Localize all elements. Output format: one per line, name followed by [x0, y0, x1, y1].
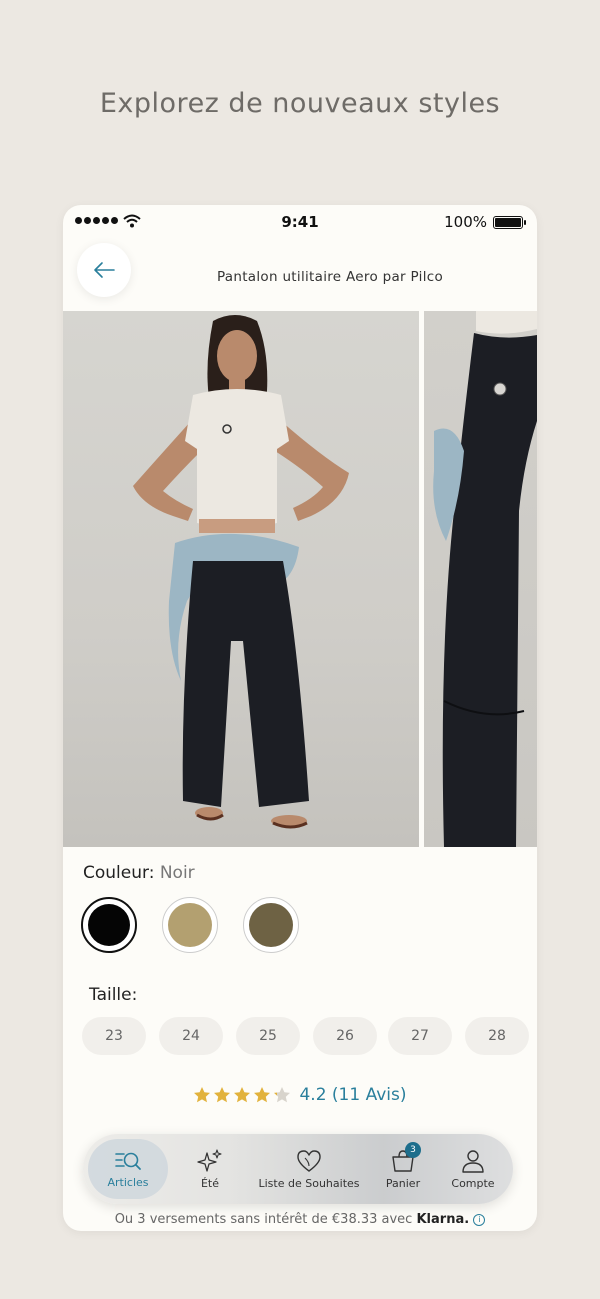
pants-detail-illustration: [433, 311, 537, 847]
tab-label: Liste de Souhaites: [258, 1176, 360, 1190]
tab-wishlist[interactable]: Liste de Souhaites: [258, 1139, 360, 1199]
product-title: Pantalon utilitaire Aero par Pilco: [216, 269, 444, 285]
back-button[interactable]: [77, 243, 131, 297]
headline: Explorez de nouveaux styles: [99, 88, 501, 119]
swatch-beige[interactable]: [162, 897, 218, 953]
tab-label: Compte: [451, 1176, 495, 1190]
search-list-icon: [115, 1152, 141, 1170]
tab-bar: Articles Été Liste de Souhaites 3 Panier: [83, 1134, 513, 1204]
rating-stars: [193, 1086, 291, 1104]
selected-color: Noir: [159, 863, 195, 883]
tab-label: Été: [200, 1176, 220, 1190]
product-photo-detail[interactable]: [424, 311, 537, 847]
battery-percent: 100%: [444, 213, 487, 231]
star-icon: [214, 1087, 231, 1103]
phone-screen: 9:41 100% Pantalon utilitaire Aero par P…: [63, 205, 537, 1231]
star-icon: [254, 1087, 271, 1103]
tab-label: Articles: [107, 1175, 149, 1189]
product-gallery[interactable]: [63, 311, 537, 847]
star-icon: [194, 1087, 211, 1103]
star-icon: [234, 1087, 251, 1103]
tab-compte[interactable]: Compte: [443, 1139, 503, 1199]
info-icon[interactable]: i: [473, 1214, 486, 1226]
color-label: Couleur: Noir: [83, 863, 195, 883]
size-label: Taille:: [89, 985, 138, 1005]
status-bar: 9:41 100%: [63, 205, 537, 239]
installments-text: Ou 3 versements sans intérêt de €38.33 a…: [63, 1212, 537, 1227]
size-option[interactable]: 24: [159, 1017, 223, 1055]
rating[interactable]: 4.2 (11 Avis): [63, 1085, 537, 1105]
size-option[interactable]: 26: [313, 1017, 377, 1055]
heart-icon: [297, 1149, 321, 1172]
model-illustration: [133, 315, 349, 829]
star-icon: [274, 1087, 291, 1103]
tab-panier[interactable]: 3 Panier: [375, 1139, 431, 1199]
person-icon: [462, 1149, 484, 1173]
size-option[interactable]: 28: [465, 1017, 529, 1055]
arrow-left-icon: [94, 262, 115, 278]
size-option[interactable]: 23: [82, 1017, 146, 1055]
tab-ete[interactable]: Été: [180, 1139, 240, 1199]
rating-text[interactable]: 4.2 (11 Avis): [299, 1085, 406, 1105]
product-photo-model[interactable]: [63, 311, 419, 847]
klarna-logo: Klarna.: [416, 1212, 470, 1227]
swatch-olive[interactable]: [243, 897, 299, 953]
cart-badge: 3: [405, 1142, 421, 1158]
size-option[interactable]: 27: [388, 1017, 452, 1055]
battery-icon: [493, 216, 526, 229]
tab-articles[interactable]: Articles: [88, 1139, 168, 1199]
sparkles-icon: [197, 1148, 222, 1172]
size-option[interactable]: 25: [236, 1017, 300, 1055]
tab-label: Panier: [385, 1176, 421, 1190]
swatch-noir[interactable]: [81, 897, 137, 953]
